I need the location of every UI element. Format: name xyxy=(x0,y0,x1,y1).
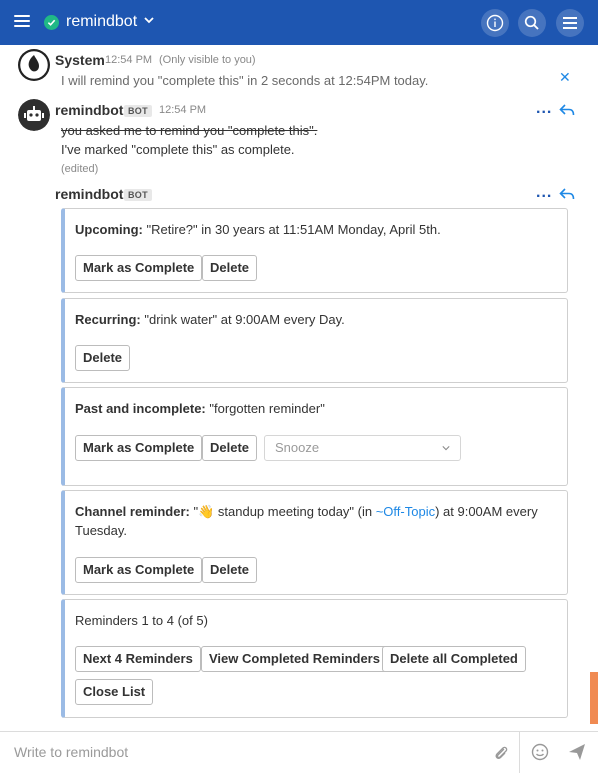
attachment-icon[interactable] xyxy=(493,744,509,762)
more-menu-icon[interactable] xyxy=(556,9,584,37)
reply-arrow-icon[interactable] xyxy=(559,187,575,201)
mark-complete-button[interactable]: Mark as Complete xyxy=(75,435,203,461)
reminder-text: Past and incomplete: "forgotten reminder… xyxy=(75,401,325,416)
delete-button[interactable]: Delete xyxy=(202,255,258,281)
scrollbar-accent[interactable] xyxy=(590,672,598,724)
upcoming-reminder-card: Upcoming: "Retire?" in 30 years at 11:51… xyxy=(61,208,568,293)
reminder-text: Recurring: "drink water" at 9:00AM every… xyxy=(75,312,345,327)
past-incomplete-reminder-card: Past and incomplete: "forgotten reminder… xyxy=(61,387,568,486)
message-composer: Write to remindbot xyxy=(0,731,598,773)
timestamp[interactable]: 12:54 PM xyxy=(105,54,152,66)
emoji-icon[interactable] xyxy=(531,743,549,761)
close-icon[interactable]: ✕ xyxy=(559,69,571,86)
channel-header: remindbot xyxy=(0,0,598,45)
menu-icon[interactable] xyxy=(14,15,30,29)
recurring-reminder-card: Recurring: "drink water" at 9:00AM every… xyxy=(61,298,568,383)
channel-reminder-card: Channel reminder: "👋 standup meeting tod… xyxy=(61,490,568,595)
message-input[interactable]: Write to remindbot xyxy=(0,732,520,773)
bot-badge: BOT xyxy=(124,189,152,201)
mark-complete-button[interactable]: Mark as Complete xyxy=(75,557,203,583)
search-icon[interactable] xyxy=(518,9,546,37)
next-reminders-button[interactable]: Next 4 Reminders xyxy=(75,646,201,672)
delete-button[interactable]: Delete xyxy=(202,435,258,461)
post-menu-dots[interactable]: ... xyxy=(536,184,552,202)
bot-post: remindbot BOT 12:54 PM ... you asked me … xyxy=(0,95,598,185)
snooze-select[interactable]: Snooze xyxy=(264,435,461,461)
username[interactable]: remindbot xyxy=(55,186,123,202)
visibility-note: (Only visible to you) xyxy=(159,54,256,66)
close-list-button[interactable]: Close List xyxy=(75,679,154,705)
edited-indicator: (edited) xyxy=(61,163,99,175)
message-text: I've marked "complete this" as complete. xyxy=(61,142,295,157)
bot-avatar-icon xyxy=(18,99,50,131)
send-icon[interactable] xyxy=(568,743,586,761)
delete-button[interactable]: Delete xyxy=(75,345,131,371)
reminder-text: Channel reminder: "👋 standup meeting tod… xyxy=(75,504,538,538)
snooze-select-value: Snooze xyxy=(275,440,320,455)
pagination-text: Reminders 1 to 4 (of 5) xyxy=(75,613,208,628)
waving-hand-emoji: 👋 xyxy=(198,504,215,519)
system-post: System 12:54 PM (Only visible to you) I … xyxy=(0,45,598,95)
chevron-down-icon[interactable] xyxy=(144,15,154,25)
bot-badge: BOT xyxy=(124,105,152,117)
chevron-down-icon xyxy=(442,446,450,451)
reply-arrow-icon[interactable] xyxy=(559,103,575,117)
view-completed-button[interactable]: View Completed Reminders xyxy=(201,646,388,672)
channel-link[interactable]: ~Off-Topic xyxy=(376,504,435,519)
mark-complete-button[interactable]: Mark as Complete xyxy=(75,255,203,281)
message-input-placeholder: Write to remindbot xyxy=(14,744,129,760)
username[interactable]: System xyxy=(55,52,105,68)
reminder-list-summary-card: Reminders 1 to 4 (of 5) Next 4 Reminders… xyxy=(61,599,568,718)
delete-button[interactable]: Delete xyxy=(202,557,258,583)
username[interactable]: remindbot xyxy=(55,102,123,118)
reminder-text: Upcoming: "Retire?" in 30 years at 11:51… xyxy=(75,222,441,237)
timestamp[interactable]: 12:54 PM xyxy=(159,104,206,116)
online-check-icon xyxy=(44,15,59,30)
channel-name[interactable]: remindbot xyxy=(66,13,137,31)
message-text: I will remind you "complete this" in 2 s… xyxy=(61,73,429,88)
struck-message-text: you asked me to remind you "complete thi… xyxy=(61,123,318,138)
post-menu-dots[interactable]: ... xyxy=(536,100,552,118)
system-avatar-icon xyxy=(18,49,50,81)
delete-all-completed-button[interactable]: Delete all Completed xyxy=(382,646,526,672)
info-icon[interactable] xyxy=(481,9,509,37)
